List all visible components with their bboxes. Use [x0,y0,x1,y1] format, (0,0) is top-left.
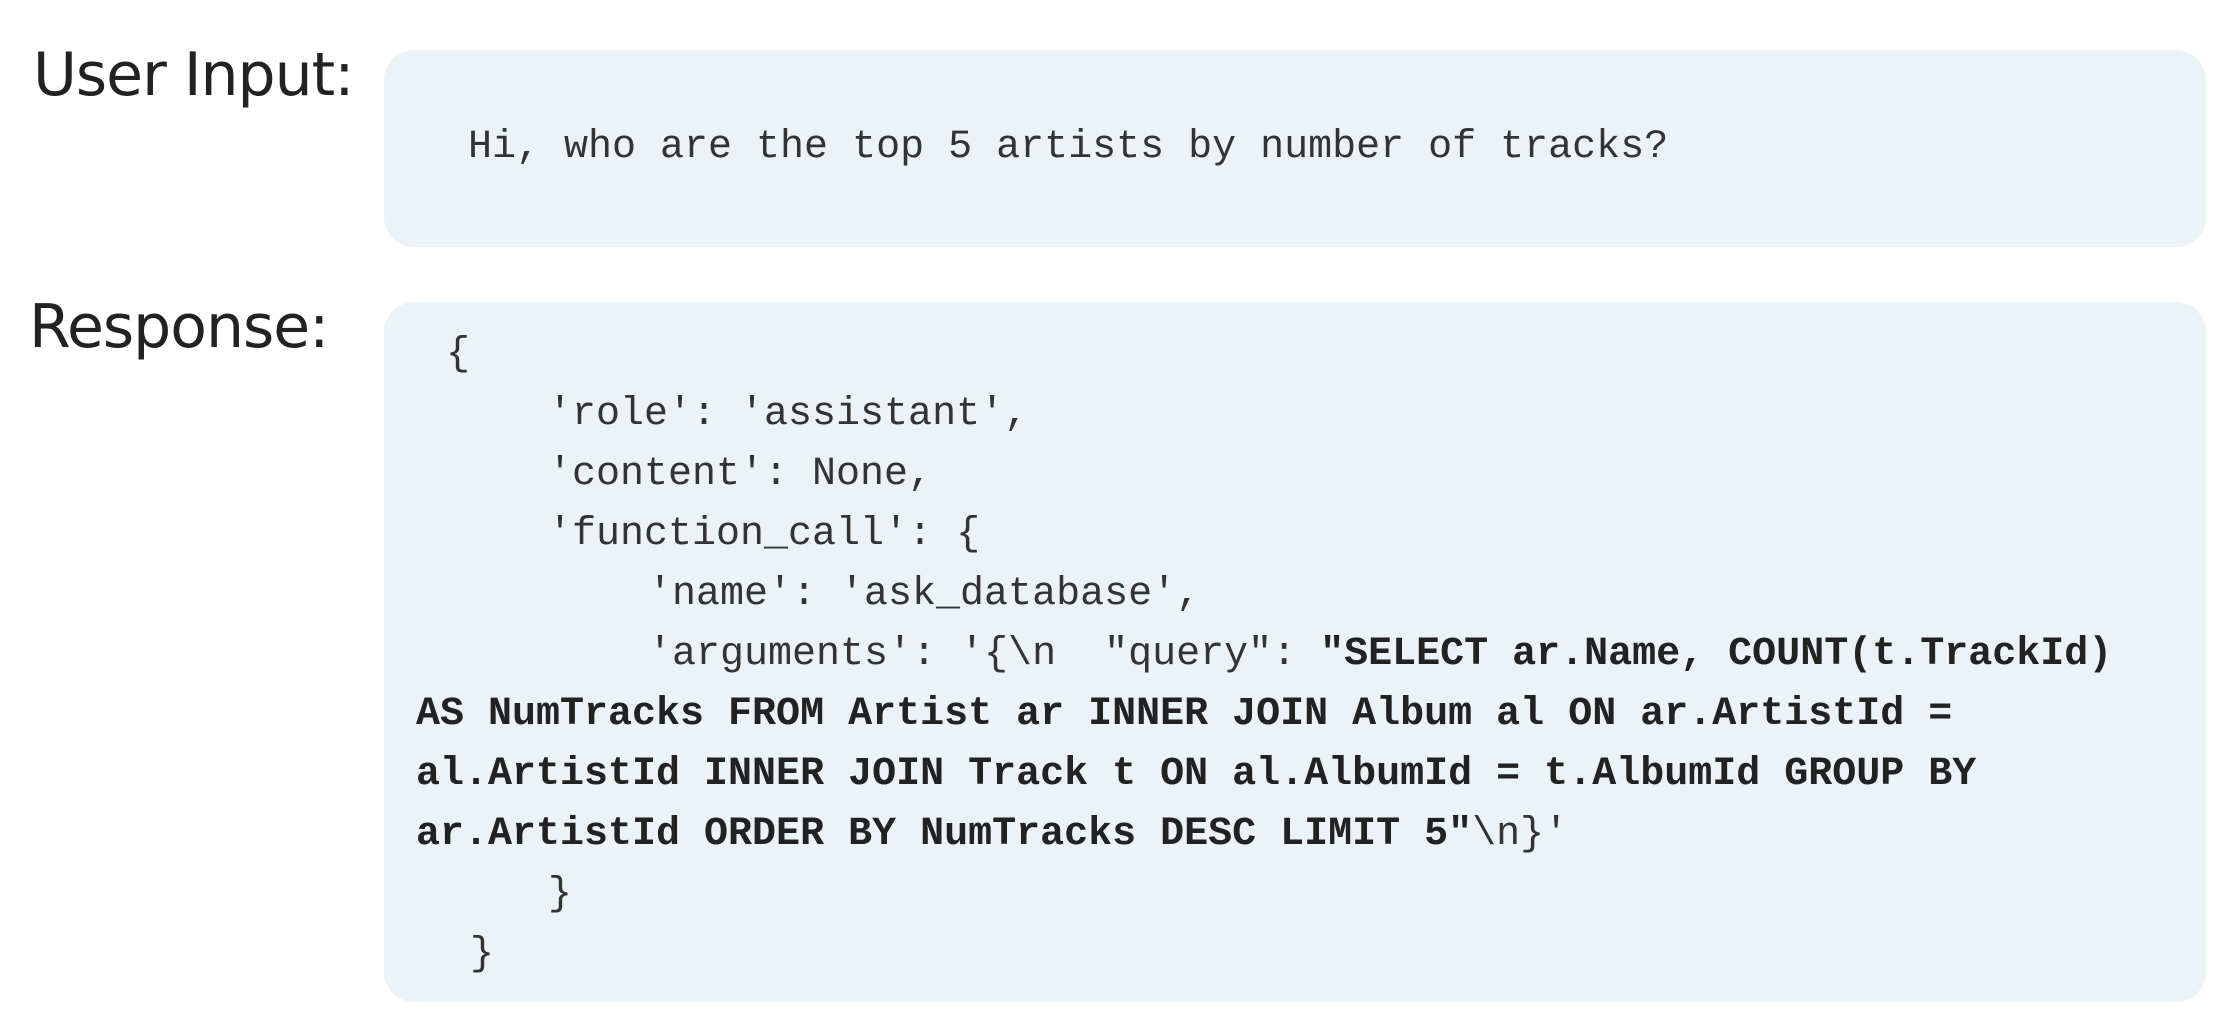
user-input-text: Hi, who are the top 5 artists by number … [468,125,1669,170]
response-function-call-line: 'function_call': { [548,512,981,557]
sql-query-line-3: al.ArtistId INNER JOIN Track t ON al.Alb… [416,752,1977,797]
arguments-suffix: \n}' [1472,812,1569,857]
user-input-label: User Input: [33,40,354,110]
response-content-line: 'content': None, [548,452,933,497]
response-name-line: 'name': 'ask_database', [648,572,1201,617]
sql-query-line-1: "SELECT ar.Name, COUNT(t.TrackId) [1320,632,2113,677]
response-inner-close-brace: } [548,872,573,917]
response-arguments-line: 'arguments': '{\n "query": "SELECT ar.Na… [648,625,2112,685]
response-open-brace: { [446,332,471,377]
response-label: Response: [29,292,329,362]
response-outer-close-brace: } [470,932,495,977]
response-arguments-end-line: ar.ArtistId ORDER BY NumTracks DESC LIMI… [416,805,1568,865]
sql-query-line-4: ar.ArtistId ORDER BY NumTracks DESC LIMI… [416,812,1473,857]
arguments-prefix: 'arguments': '{\n "query": [648,632,1321,677]
sql-query-line-2: AS NumTracks FROM Artist ar INNER JOIN A… [416,692,1953,737]
response-role-line: 'role': 'assistant', [548,392,1029,437]
